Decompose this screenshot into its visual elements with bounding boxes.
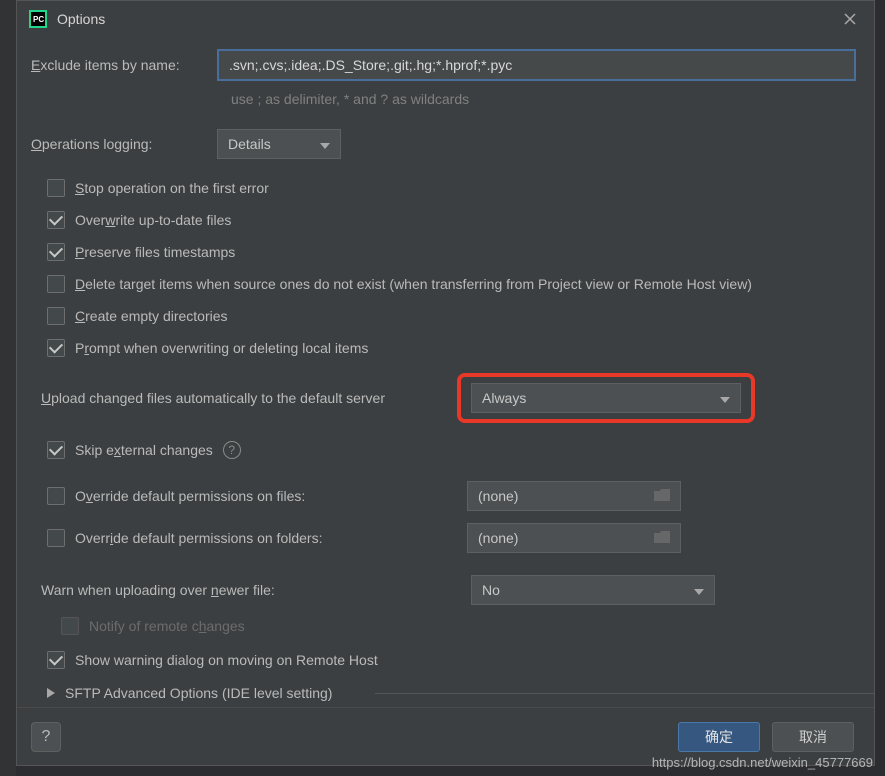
operations-value: Details (228, 136, 271, 152)
delete-target-checkbox[interactable] (47, 275, 65, 293)
notify-remote-label: Notify of remote changes (89, 618, 245, 634)
override-files-checkbox[interactable] (47, 487, 65, 505)
override-folders-select[interactable]: (none) (467, 523, 681, 553)
warn-newer-value: No (482, 582, 500, 598)
svg-text:PC: PC (33, 15, 44, 24)
stop-error-checkbox[interactable] (47, 179, 65, 197)
folder-icon (654, 530, 670, 546)
prompt-checkbox[interactable] (47, 339, 65, 357)
warn-newer-select[interactable]: No (471, 575, 715, 605)
prompt-label: Prompt when overwriting or deleting loca… (75, 340, 368, 356)
help-icon[interactable]: ? (223, 441, 241, 459)
exclude-label: Exclude items by name: (31, 57, 217, 73)
operations-row: Operations logging: Details (31, 129, 856, 159)
skip-external-row[interactable]: Skip external changes ? (47, 441, 856, 459)
editor-background-strip (0, 0, 16, 776)
delete-target-label: Delete target items when source ones do … (75, 276, 752, 292)
delete-target-row[interactable]: Delete target items when source ones do … (47, 275, 856, 293)
advanced-label: SFTP Advanced Options (IDE level setting… (65, 685, 856, 701)
create-empty-label: Create empty directories (75, 308, 228, 324)
chevron-down-icon (320, 136, 330, 152)
upload-row: Upload changed files automatically to th… (31, 373, 856, 423)
notify-remote-row: Notify of remote changes (61, 617, 856, 635)
titlebar: PC Options (17, 1, 874, 37)
skip-external-checkbox[interactable] (47, 441, 65, 459)
warn-newer-row: Warn when uploading over newer file: No (41, 575, 856, 605)
notify-remote-checkbox (61, 617, 79, 635)
chevron-down-icon (720, 390, 730, 406)
exclude-hint: use ; as delimiter, * and ? as wildcards (231, 91, 856, 107)
override-folders-label: Override default permissions on folders: (75, 530, 467, 546)
warn-newer-label: Warn when uploading over newer file: (41, 582, 471, 598)
override-folders-checkbox[interactable] (47, 529, 65, 547)
overwrite-row[interactable]: Overwrite up-to-date files (47, 211, 856, 229)
overwrite-checkbox[interactable] (47, 211, 65, 229)
button-bar: ? 确定 取消 (17, 707, 874, 765)
override-folders-row: Override default permissions on folders:… (47, 523, 856, 553)
exclude-input[interactable] (217, 49, 856, 81)
chevron-down-icon (694, 582, 704, 598)
options-dialog: PC Options Exclude items by name: use ; … (16, 0, 875, 766)
window-title: Options (57, 11, 838, 27)
exclude-row: Exclude items by name: (31, 49, 856, 81)
stop-error-row[interactable]: Stop operation on the first error (47, 179, 856, 197)
folder-icon (654, 488, 670, 504)
help-button[interactable]: ? (31, 722, 61, 752)
advanced-expander[interactable]: SFTP Advanced Options (IDE level setting… (47, 685, 856, 701)
skip-external-label: Skip external changes (75, 442, 213, 458)
preserve-label: Preserve files timestamps (75, 244, 235, 260)
show-warning-label: Show warning dialog on moving on Remote … (75, 652, 378, 668)
override-files-value: (none) (478, 488, 518, 504)
create-empty-row[interactable]: Create empty directories (47, 307, 856, 325)
show-warning-row[interactable]: Show warning dialog on moving on Remote … (47, 651, 856, 669)
prompt-row[interactable]: Prompt when overwriting or deleting loca… (47, 339, 856, 357)
highlight-annotation: Always (457, 373, 755, 423)
pycharm-icon: PC (29, 10, 47, 28)
help-icon: ? (42, 728, 51, 746)
override-files-label: Override default permissions on files: (75, 488, 467, 504)
operations-select[interactable]: Details (217, 129, 341, 159)
triangle-right-icon (47, 685, 55, 701)
overwrite-label: Overwrite up-to-date files (75, 212, 231, 228)
override-files-select[interactable]: (none) (467, 481, 681, 511)
stop-error-label: Stop operation on the first error (75, 180, 269, 196)
override-files-row: Override default permissions on files: (… (47, 481, 856, 511)
show-warning-checkbox[interactable] (47, 651, 65, 669)
upload-select[interactable]: Always (471, 383, 741, 413)
upload-value: Always (482, 390, 526, 406)
cancel-button[interactable]: 取消 (772, 722, 854, 752)
ok-button[interactable]: 确定 (678, 722, 760, 752)
upload-label: Upload changed files automatically to th… (41, 390, 457, 406)
preserve-row[interactable]: Preserve files timestamps (47, 243, 856, 261)
operations-label: Operations logging: (31, 136, 217, 152)
create-empty-checkbox[interactable] (47, 307, 65, 325)
preserve-checkbox[interactable] (47, 243, 65, 261)
override-folders-value: (none) (478, 530, 518, 546)
dialog-content: Exclude items by name: use ; as delimite… (17, 37, 874, 707)
close-icon[interactable] (838, 7, 862, 31)
